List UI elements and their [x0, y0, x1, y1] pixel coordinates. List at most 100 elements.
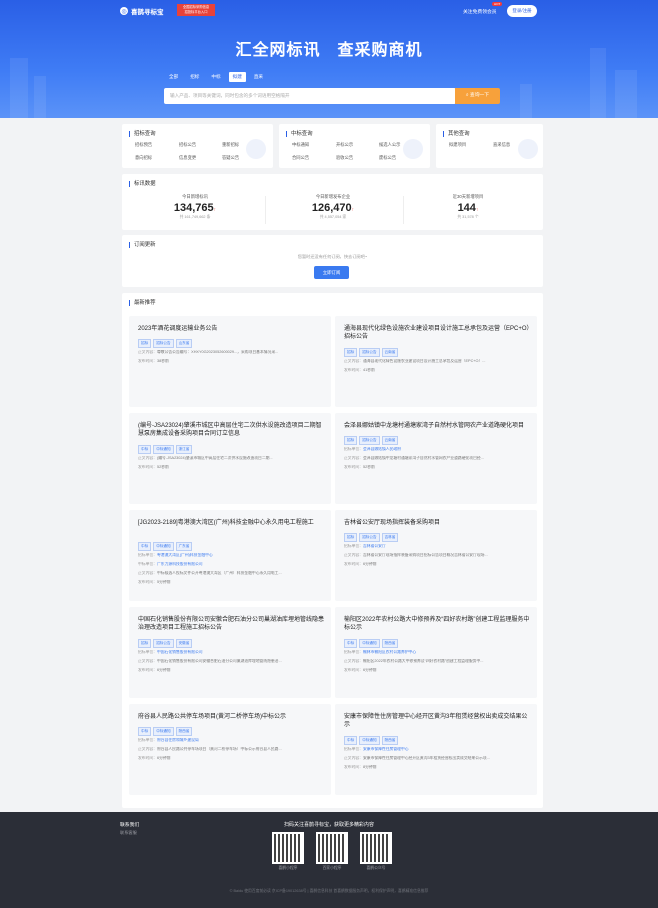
building-deco: [34, 76, 46, 118]
row-value: 52秒前: [156, 464, 169, 469]
row-label: 招标单位：: [344, 544, 363, 549]
recommend-item[interactable]: 会泽县娜姑镇中龙塘村通塘家湾子自然村水管网农产业道路硬化项目 招标 招标公告 云南省招…: [335, 413, 537, 504]
recommend-title[interactable]: 府谷县人民路公共停车场项目(黄河二桥停车场)中标公示: [138, 713, 324, 721]
row-label: 发布时间：: [344, 667, 363, 672]
recommend-title[interactable]: 中国石化销售股份有限公司安徽合肥石油分公司巢湖油库埋地管线隐患治理改造项目工程施…: [138, 616, 324, 633]
link-intent[interactable]: 意向招标: [135, 155, 152, 161]
stat-number: 144: [457, 202, 476, 214]
row-value: 安康市保障性住房管理中心经开区黄沟3年租赁经营权出卖成交结果公示项...: [362, 755, 490, 760]
row-value: 41秒前: [362, 367, 375, 372]
recommend-title[interactable]: 会泽县娜姑镇中龙塘村通塘家湾子自然村水管网农产业道路硬化项目: [344, 422, 530, 430]
card-title: 最新推荐: [129, 300, 156, 306]
link-qa[interactable]: 答疑公告: [222, 155, 239, 161]
link-proposed[interactable]: 拟建项目: [449, 142, 466, 148]
search-tabs: 全部 招标 中标 拟建 直采: [165, 72, 267, 82]
vip-link[interactable]: 关注免费领会员: [463, 8, 497, 15]
info-row: 发布时间：52秒前: [138, 465, 324, 470]
tag: 陕西省: [175, 727, 193, 737]
row-label: 正文内容：: [344, 755, 363, 760]
row-label: 正文内容：: [138, 747, 157, 752]
link-bid-notice[interactable]: 招标公告: [179, 142, 196, 148]
link-accept[interactable]: 验收公告: [336, 155, 353, 161]
stat-number: 126,470: [311, 202, 352, 214]
tab-direct[interactable]: 直采: [250, 72, 267, 82]
recommend-item[interactable]: 2023年酒花调度运输业务公告 招标 招标公告 山东省 正文内容：尊敬公告公告编号：XH…: [129, 316, 331, 407]
doc-deco-icon: [518, 139, 538, 159]
tag: 中标通知: [153, 444, 174, 454]
recommend-item[interactable]: 府谷县人民路公共停车场项目(黄河二桥停车场)中标公示 中标 中标通知 陕西省 招标单位：…: [129, 704, 331, 795]
link-candidate[interactable]: 候选人公示: [379, 142, 400, 148]
logo[interactable]: ◎ 喜鹊寻标宝: [120, 6, 164, 16]
arrow-up-icon: ↑: [351, 207, 355, 213]
row-label: 发布时间：: [138, 464, 157, 469]
link-change[interactable]: 信息变更: [179, 155, 196, 161]
recommend-title[interactable]: 通海县现代化绿色设施农业建设项目设计施工总承包及运营（EPC+O）招标公告: [344, 325, 530, 342]
link-void[interactable]: 废标公告: [379, 155, 396, 161]
recommend-item[interactable]: 榆阳区2022年农村公路大中修预养及“四好农村路”创建工程监理服务中标公示 中标中…: [335, 607, 537, 698]
link-rebid[interactable]: 重新招标: [222, 142, 239, 148]
tab-bid[interactable]: 招标: [186, 72, 203, 82]
card-title: 订阅更新: [129, 242, 156, 248]
link-open[interactable]: 开标公示: [336, 142, 353, 148]
stat-number: 134,765: [173, 202, 214, 214]
qr-miniprogram: [272, 832, 304, 864]
recommend-title[interactable]: 榆阳区2022年农村公路大中修预养及“四好农村路”创建工程监理服务中标公示: [344, 616, 530, 633]
contact-link[interactable]: 联系客服: [120, 830, 137, 836]
tag: 陕西省: [381, 735, 399, 745]
tag-group: 中标 中标通知 陕西省: [344, 735, 399, 745]
info-row: 发布时间：52秒前: [344, 465, 530, 470]
tab-win[interactable]: 中标: [207, 72, 224, 82]
follow-text: 扫码关注喜鹊寻标宝，获取更多精彩内容: [283, 822, 374, 828]
recommend-item[interactable]: 安康市保障性住房管理中心经开区黄沟3年租赁经营权出卖成交结果公示中标 中标通知 陕西…: [335, 704, 537, 795]
link-win-notice[interactable]: 中标通知: [292, 142, 309, 148]
recommend-item[interactable]: 通海县现代化绿色设施农业建设项目设计施工总承包及运营（EPC+O）招标公告 招标招…: [335, 316, 537, 407]
divider: [265, 196, 266, 224]
recommend-title[interactable]: [JG2023-2189]粤港澳大湾区(广州)科技金融中心永久用电工程施工: [138, 519, 324, 527]
subscribe-hint: 您暂时还没有任何订阅，快去订阅吧~: [297, 254, 368, 259]
qr-code-icon: [362, 834, 390, 862]
info-row: 中标单位：广东力源科技股份有限公司: [138, 562, 324, 567]
row-label: 招标单位：: [138, 552, 157, 557]
row-label: 正文内容：: [138, 455, 157, 460]
recommend-item[interactable]: 吉林省公安厅现场指挥装备采购项目 招标 招标公告 吉林省 招标单位：吉林省公安厅 正文内容…: [335, 510, 537, 601]
recommend-item[interactable]: [JG2023-2189]粤港澳大湾区(广州)科技金融中心永久用电工程施工 中标中…: [129, 510, 331, 601]
promo-line: 招投标平台入口: [184, 10, 208, 14]
row-value: 府谷县住房和城乡建设局: [156, 738, 199, 743]
row-label: 正文内容：: [138, 350, 157, 355]
row-value: 52秒前: [362, 465, 375, 470]
link-bid-forecast[interactable]: 招标预告: [135, 142, 152, 148]
promo-badge[interactable]: 全国招标采购信息 招投标平台入口: [177, 4, 215, 16]
tab-proposed[interactable]: 拟建: [228, 72, 246, 82]
tag: 招标: [344, 347, 358, 357]
tag: 招标公告: [359, 436, 380, 446]
row-label: 中标单位：: [138, 561, 157, 566]
row-value: 会泽县娜姑镇中龙塘村通塘家湾子自然村水管网农产业道路硬化项目经...: [362, 456, 484, 461]
arrow-up-icon: ↑: [475, 207, 479, 213]
stat-value: 134,765↑: [130, 202, 260, 214]
link-contract[interactable]: 合同公告: [292, 155, 309, 161]
recommend-title[interactable]: (编号-JSA23024)肇溪市城区中高层住宅二次供水设施改造项目二期智慧泵房集…: [138, 422, 324, 439]
search-input[interactable]: 输入产品、项目等关键词，同时包含的多个词语用空格隔开: [164, 88, 456, 104]
card-title: 招标查询: [129, 131, 156, 137]
qr-code-icon: [318, 834, 346, 862]
tag: 招标: [344, 533, 358, 543]
recommend-title[interactable]: 2023年酒花调度运输业务公告: [138, 325, 324, 333]
other-query-card: 其他查询 拟建项目 直采信息: [436, 124, 543, 168]
info-row: 发布时间：38秒前: [138, 359, 324, 364]
row-value: 中标候选人投标文件公开粤港澳大湾区（广州）科技金融中心永久用电工...: [156, 570, 282, 575]
subscribe-button[interactable]: 立即订阅: [314, 266, 349, 279]
tag: 招标公告: [359, 533, 380, 543]
tag: 中标: [138, 541, 152, 551]
search-button[interactable]: ⌕ 查询一下: [455, 88, 500, 104]
recommend-title[interactable]: 吉林省公安厅现场指挥装备采购项目: [344, 519, 530, 527]
stat-value: 126,470↑: [268, 202, 398, 214]
row-label: 发布时间：: [138, 756, 157, 761]
tab-all[interactable]: 全部: [165, 72, 182, 82]
row-label: 正文内容：: [344, 358, 363, 363]
link-direct[interactable]: 直采信息: [493, 142, 510, 148]
login-button[interactable]: 登录/注册: [507, 5, 537, 17]
tag: 云南省: [381, 436, 399, 446]
recommend-item[interactable]: (编号-JSA23024)肇溪市城区中高层住宅二次供水设施改造项目二期智慧泵房集…: [129, 413, 331, 504]
recommend-title[interactable]: 安康市保障性住房管理中心经开区黄沟3年租赁经营权出卖成交结果公示: [344, 713, 530, 730]
recommend-item[interactable]: 中国石化销售股份有限公司安徽合肥石油分公司巢湖油库埋地管线隐患治理改造项目工程施…: [129, 607, 331, 698]
